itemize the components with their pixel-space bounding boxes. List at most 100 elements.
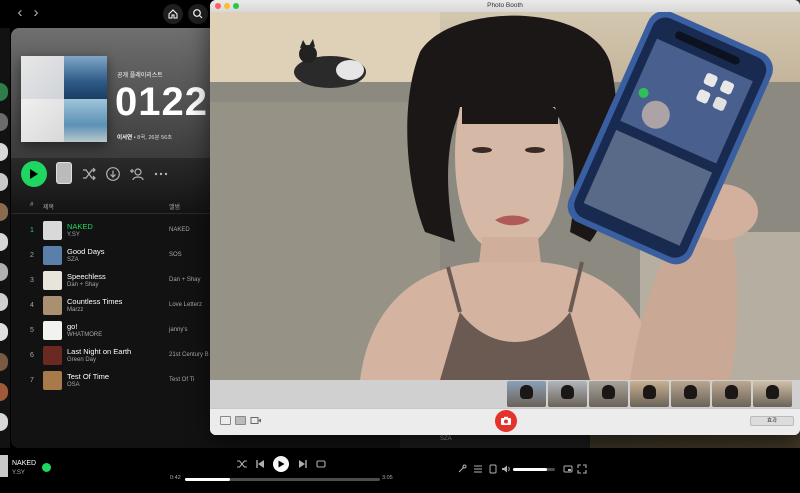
track-title[interactable]: Last Night on Earth	[67, 347, 131, 356]
library-item[interactable]	[0, 113, 8, 131]
playlist-type: 공개 플레이리스트	[117, 73, 163, 79]
effects-button[interactable]: 효과	[750, 416, 794, 426]
play-icon	[30, 169, 38, 179]
library-item[interactable]	[0, 383, 8, 401]
playlist-title: 0122	[115, 80, 208, 124]
volume-fill	[513, 468, 547, 471]
camera-preview	[210, 12, 800, 380]
photo-thumbnail[interactable]	[671, 381, 710, 407]
search-icon	[193, 9, 203, 19]
lyrics-icon[interactable]	[457, 464, 467, 474]
photo-thumbnail[interactable]	[589, 381, 628, 407]
photo-thumbnail[interactable]	[712, 381, 751, 407]
library-item[interactable]	[0, 83, 8, 101]
now-playing-artist[interactable]: Y.SY	[12, 470, 25, 476]
library-item[interactable]	[0, 203, 8, 221]
track-album[interactable]: SOS	[169, 252, 182, 258]
library-item[interactable]	[0, 323, 8, 341]
track-artist[interactable]: Y.SY	[67, 232, 80, 238]
more-options-icon[interactable]	[153, 166, 169, 182]
photo-thumbnail[interactable]	[507, 381, 546, 407]
library-item[interactable]	[0, 353, 8, 371]
track-artist[interactable]: SZA	[67, 257, 79, 263]
previous-icon[interactable]	[254, 458, 266, 470]
track-album[interactable]: janny's	[169, 327, 188, 333]
track-title[interactable]: Speechless	[67, 272, 106, 281]
library-item[interactable]	[0, 173, 8, 191]
playlist-meta: 이서연 • 8곡, 26분 56초	[117, 133, 172, 141]
play-button[interactable]	[21, 161, 47, 187]
cover-tile	[64, 56, 107, 99]
playlist-mini-cover[interactable]	[56, 162, 72, 184]
track-album[interactable]: Dan + Shay	[169, 277, 201, 283]
track-album[interactable]: Test Of Ti	[169, 377, 194, 383]
duration-time: 3:05	[382, 475, 393, 481]
playlist-cover[interactable]	[21, 56, 107, 142]
single-photo-view-button[interactable]	[235, 416, 246, 425]
track-artist[interactable]: WHATMORE	[67, 332, 102, 338]
library-item[interactable]	[0, 413, 8, 431]
track-album[interactable]: 21st Century B	[169, 352, 209, 358]
now-playing-title[interactable]: NAKED	[12, 460, 36, 467]
now-playing-art[interactable]	[0, 455, 8, 477]
track-artwork	[43, 371, 62, 390]
progress-bar[interactable]	[185, 478, 380, 481]
track-artist[interactable]: Green Day	[67, 357, 96, 363]
forward-arrow-icon[interactable]: ›	[28, 5, 44, 21]
saved-check-icon[interactable]	[42, 463, 51, 472]
four-up-view-button[interactable]	[220, 416, 231, 425]
volume-slider[interactable]	[513, 468, 555, 471]
track-title[interactable]: NAKED	[67, 222, 93, 231]
playlist-owner[interactable]: 이서연	[117, 135, 132, 141]
track-number: 5	[30, 327, 34, 334]
add-user-icon[interactable]	[129, 166, 145, 182]
photobooth-title-bar: Photo Booth	[210, 0, 800, 12]
track-title[interactable]: Good Days	[67, 247, 105, 256]
queue-icon[interactable]	[473, 464, 483, 474]
library-item[interactable]	[0, 143, 8, 161]
track-album[interactable]: NAKED	[169, 227, 190, 233]
video-mode-icon[interactable]	[250, 416, 262, 425]
track-artist[interactable]: Marzz	[67, 307, 83, 313]
repeat-icon[interactable]	[315, 458, 327, 470]
track-title[interactable]: Test Of Time	[67, 372, 109, 381]
miniplayer-icon[interactable]	[563, 464, 573, 474]
library-item[interactable]	[0, 293, 8, 311]
shuffle-control-icon[interactable]	[236, 458, 248, 470]
track-artwork	[43, 296, 62, 315]
photo-thumbnail[interactable]	[753, 381, 792, 407]
download-icon[interactable]	[105, 166, 121, 182]
take-photo-button[interactable]	[495, 410, 517, 432]
column-title[interactable]: 제목	[43, 202, 54, 211]
search-button[interactable]	[188, 4, 208, 24]
track-number: 1	[30, 227, 34, 234]
thumbnail-subject	[561, 385, 574, 399]
home-button[interactable]	[163, 4, 183, 24]
library-item[interactable]	[0, 263, 8, 281]
track-number: 6	[30, 352, 34, 359]
desktop: ‹ › 공개 플레이리스트 0122 이서연 • 8곡, 26분 56초 # 제…	[0, 0, 800, 493]
library-item[interactable]	[0, 233, 8, 251]
back-arrow-icon[interactable]: ‹	[12, 5, 28, 21]
playlist-stats: • 8곡, 26분 56초	[132, 135, 173, 141]
cover-tile	[21, 56, 64, 99]
photo-thumbnail[interactable]	[630, 381, 669, 407]
fullscreen-icon[interactable]	[577, 464, 587, 474]
track-artist[interactable]: Dan + Shay	[67, 282, 99, 288]
track-title[interactable]: go!	[67, 322, 77, 331]
track-album[interactable]: Love Letterz	[169, 302, 202, 308]
photobooth-window: Photo Booth 효과	[210, 0, 800, 435]
connect-device-icon[interactable]	[488, 464, 498, 474]
track-artwork	[43, 246, 62, 265]
player-play-button[interactable]	[273, 456, 289, 472]
next-icon[interactable]	[297, 458, 309, 470]
volume-icon[interactable]	[501, 464, 511, 474]
track-artist[interactable]: OSA	[67, 382, 80, 388]
track-title[interactable]: Countless Times	[67, 297, 122, 306]
thumbnail-subject	[520, 385, 533, 399]
column-album[interactable]: 앨범	[169, 202, 180, 211]
shuffle-icon[interactable]	[81, 166, 97, 182]
library-sidebar	[0, 28, 10, 448]
photobooth-title: Photo Booth	[487, 2, 523, 9]
photo-thumbnail[interactable]	[548, 381, 587, 407]
